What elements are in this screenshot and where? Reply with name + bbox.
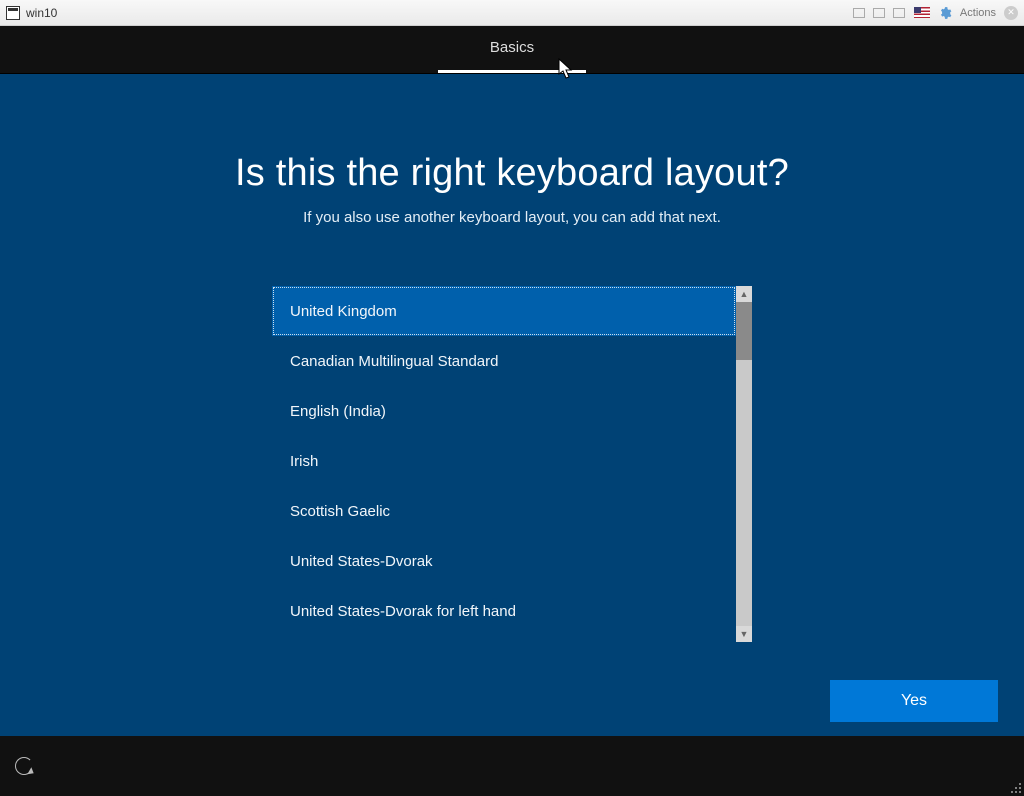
list-item-label: English (India) bbox=[290, 403, 386, 420]
list-item-label: Scottish Gaelic bbox=[290, 503, 390, 520]
list-item-label: Canadian Multilingual Standard bbox=[290, 353, 498, 370]
vm-client: Basics Is this the right keyboard layout… bbox=[0, 26, 1024, 796]
listbox[interactable]: United Kingdom Canadian Multilingual Sta… bbox=[272, 286, 736, 642]
gear-icon[interactable] bbox=[938, 6, 952, 20]
scroll-up-icon[interactable]: ▲ bbox=[736, 286, 752, 302]
page-subtitle: If you also use another keyboard layout,… bbox=[0, 209, 1024, 226]
app-icon bbox=[6, 6, 20, 20]
tab-basics[interactable]: Basics bbox=[438, 39, 586, 73]
vm-title: win10 bbox=[26, 6, 57, 20]
actions-label[interactable]: Actions bbox=[960, 7, 996, 19]
scroll-track[interactable] bbox=[736, 302, 752, 626]
list-item-label: United States-Dvorak for left hand bbox=[290, 603, 516, 620]
titlebar-control-icon[interactable] bbox=[893, 8, 905, 18]
list-item-label: United States-Dvorak bbox=[290, 553, 433, 570]
scroll-down-icon[interactable]: ▼ bbox=[736, 626, 752, 642]
list-item[interactable]: United Kingdom bbox=[272, 286, 736, 336]
keyboard-layout-list: United Kingdom Canadian Multilingual Sta… bbox=[272, 286, 752, 642]
list-item[interactable]: English (India) bbox=[272, 386, 736, 436]
us-flag-icon[interactable] bbox=[914, 7, 930, 18]
oobe-tabbar: Basics bbox=[0, 26, 1024, 74]
yes-button[interactable]: Yes bbox=[830, 680, 998, 722]
titlebar-control-icon[interactable] bbox=[853, 8, 865, 18]
page-title: Is this the right keyboard layout? bbox=[0, 152, 1024, 195]
list-item[interactable]: Canadian Multilingual Standard bbox=[272, 336, 736, 386]
list-item[interactable]: Scottish Gaelic bbox=[272, 486, 736, 536]
oobe-bottombar bbox=[0, 736, 1024, 796]
scrollbar[interactable]: ▲ ▼ bbox=[736, 286, 752, 642]
list-item[interactable]: United States-Dvorak bbox=[272, 536, 736, 586]
oobe-main: Is this the right keyboard layout? If yo… bbox=[0, 74, 1024, 736]
list-item-label: Irish bbox=[290, 453, 318, 470]
list-item[interactable]: United States-Dvorak for left hand bbox=[272, 586, 736, 636]
scroll-thumb[interactable] bbox=[736, 302, 752, 360]
close-icon[interactable]: ✕ bbox=[1004, 6, 1018, 20]
vm-titlebar: win10 Actions ✕ bbox=[0, 0, 1024, 26]
ease-of-access-icon[interactable] bbox=[14, 756, 34, 776]
resize-grip-icon[interactable] bbox=[1008, 780, 1022, 794]
list-item[interactable]: Irish bbox=[272, 436, 736, 486]
titlebar-control-icon[interactable] bbox=[873, 8, 885, 18]
list-item-label: United Kingdom bbox=[290, 303, 397, 320]
